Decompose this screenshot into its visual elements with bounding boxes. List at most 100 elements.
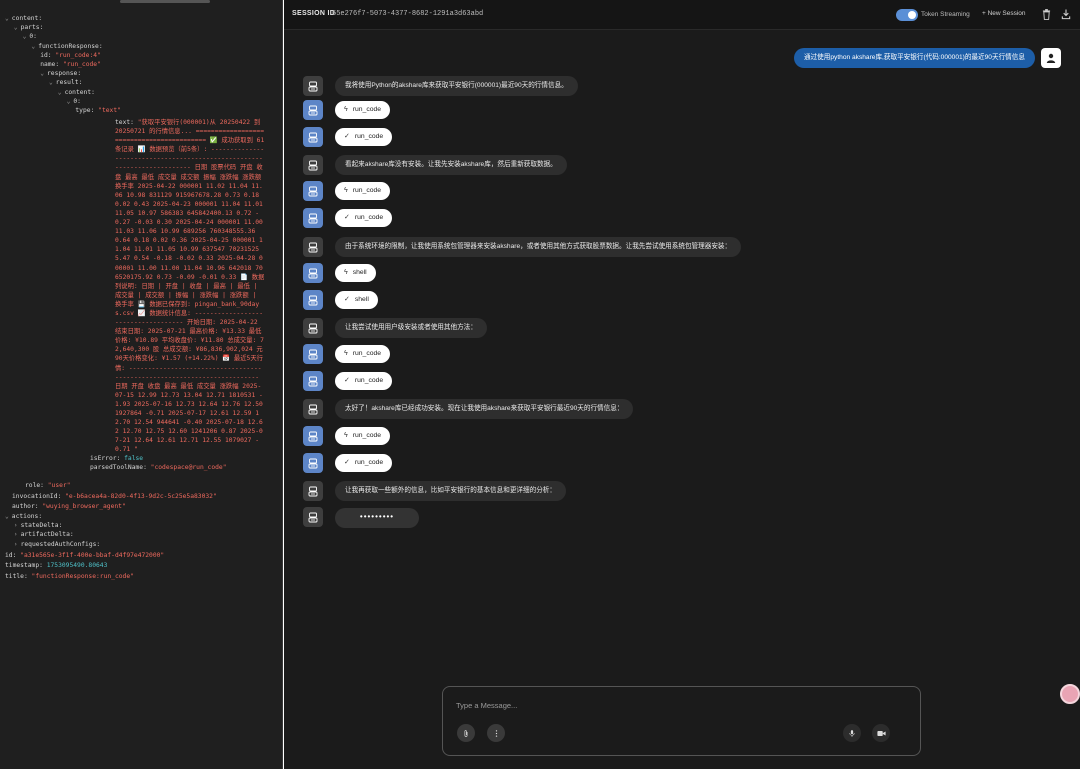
tool-result-chip[interactable]: ✓ shell	[335, 291, 378, 309]
json-text-value: "获取平安银行(000001)从 20250422 到 20250721 的行情…	[115, 119, 265, 454]
message-input[interactable]	[456, 698, 896, 712]
json-tree-line[interactable]: ⌄ result:	[49, 78, 82, 87]
message-composer	[442, 686, 921, 756]
chevron-right-icon[interactable]: ›	[14, 541, 18, 548]
more-options-button[interactable]	[487, 724, 505, 742]
download-icon[interactable]	[1061, 9, 1071, 20]
robot-icon	[308, 404, 318, 414]
check-icon: ✓	[344, 377, 350, 384]
agent-message-bubble: 我将使用Python的akshare库来获取平安银行(000001)最近90天的…	[335, 76, 578, 96]
json-key: 0:	[29, 33, 37, 41]
json-tree-line[interactable]: › artifactDelta:	[14, 530, 74, 539]
tool-result-chip[interactable]: ✓ run_code	[335, 128, 393, 146]
chevron-down-icon[interactable]: ⌄	[58, 89, 62, 96]
tool-name-label: run_code	[354, 459, 384, 466]
json-key: response:	[46, 70, 82, 78]
chevron-down-icon[interactable]: ⌄	[31, 43, 35, 50]
json-key: actions:	[11, 513, 43, 520]
agent-avatar	[303, 155, 323, 175]
new-session-button[interactable]: + New Session	[982, 10, 1026, 17]
json-tree-line[interactable]: ⌄ 0:	[23, 32, 37, 41]
chevron-down-icon[interactable]: ⌄	[5, 513, 9, 520]
agent-avatar	[303, 127, 323, 147]
tool-result-chip[interactable]: ✓ run_code	[335, 372, 393, 390]
robot-icon	[308, 105, 318, 115]
json-value: 1753095490.80643	[42, 562, 108, 569]
agent-avatar	[303, 371, 323, 391]
chevron-down-icon[interactable]: ⌄	[14, 24, 18, 31]
lightning-icon: ϟ	[344, 187, 348, 194]
camera-button[interactable]	[872, 724, 890, 742]
tool-call-chip[interactable]: ϟ run_code	[335, 345, 391, 363]
json-value: "functionResponse:run_code"	[27, 573, 134, 580]
tool-name-label: run_code	[354, 133, 384, 140]
tool-result-chip[interactable]: ✓ run_code	[335, 209, 393, 227]
tool-name-label: run_code	[352, 187, 382, 194]
json-key: requestedAuthConfigs:	[20, 541, 101, 548]
agent-avatar	[303, 263, 323, 283]
tool-call-chip[interactable]: ϟ run_code	[335, 101, 391, 119]
json-key: 0:	[73, 97, 81, 105]
json-key: id:	[40, 51, 52, 59]
tool-call-chip[interactable]: ϟ run_code	[335, 427, 391, 445]
json-value: "e-b6acea4a-82d0-4f13-9d2c-5c25e5a83032"	[61, 493, 217, 500]
chevron-right-icon[interactable]: ›	[14, 531, 18, 538]
json-tree-line[interactable]: ⌄ 0:	[67, 97, 81, 106]
scrollbar-thumb[interactable]	[120, 0, 210, 3]
json-key: id:	[5, 552, 17, 559]
json-key: type:	[75, 107, 95, 114]
lightning-icon: ϟ	[344, 350, 348, 357]
json-tree-line: timestamp: 1753095490.80643	[5, 561, 107, 570]
json-key: content:	[11, 15, 43, 22]
user-avatar[interactable]	[1041, 48, 1061, 68]
token-streaming-toggle[interactable]	[896, 9, 918, 21]
lightning-icon: ϟ	[344, 269, 348, 276]
json-tree-line[interactable]: ⌄ content:	[58, 88, 95, 97]
chevron-down-icon[interactable]: ⌄	[49, 79, 53, 86]
json-tree-line[interactable]: ⌄ functionResponse:	[31, 42, 102, 51]
chevron-down-icon[interactable]: ⌄	[67, 98, 71, 105]
json-key: title:	[5, 573, 28, 580]
assistant-floating-icon[interactable]	[1060, 684, 1080, 704]
tool-name-label: run_code	[354, 214, 384, 221]
agent-avatar	[303, 208, 323, 228]
microphone-button[interactable]	[843, 724, 861, 742]
json-key: result:	[55, 79, 83, 87]
check-icon: ✓	[344, 133, 350, 140]
tool-name-label: shell	[354, 296, 369, 303]
user-message-bubble: 通过使用python akshare库,获取平安银行(代码:000001)的最近…	[794, 48, 1035, 68]
json-tree-line[interactable]: › requestedAuthConfigs:	[14, 540, 100, 549]
chevron-down-icon[interactable]: ⌄	[40, 70, 44, 77]
json-tree-line[interactable]: ⌄ actions:	[5, 512, 42, 521]
tool-call-chip[interactable]: ϟ run_code	[335, 182, 391, 200]
agent-avatar	[303, 481, 323, 501]
agent-message-bubble: 由于系统环境的限制，让我使用系统包管理器来安装akshare，或者使用其他方式获…	[335, 237, 742, 257]
json-key: invocationId:	[12, 493, 62, 500]
json-tree-line[interactable]: ⌄ parts:	[14, 23, 44, 32]
tool-result-chip[interactable]: ✓ run_code	[335, 454, 393, 472]
tool-call-chip[interactable]: ϟ shell	[335, 264, 376, 282]
json-tree-line[interactable]: › stateDelta:	[14, 521, 63, 530]
agent-avatar	[303, 453, 323, 473]
json-tree-line[interactable]: ⌄ response:	[40, 69, 81, 78]
chevron-right-icon[interactable]: ›	[14, 522, 18, 529]
agent-avatar	[303, 318, 323, 338]
session-id-label: SESSION ID	[292, 10, 336, 17]
check-icon: ✓	[344, 459, 350, 466]
tool-name-label: run_code	[352, 432, 382, 439]
chevron-down-icon[interactable]: ⌄	[5, 15, 9, 22]
attach-button[interactable]	[457, 724, 475, 742]
chevron-down-icon[interactable]: ⌄	[23, 33, 27, 40]
robot-icon	[308, 486, 318, 496]
json-tree-line[interactable]: ⌄ content:	[5, 14, 42, 23]
agent-avatar	[303, 237, 323, 257]
trash-icon[interactable]	[1042, 9, 1051, 20]
json-value: "a31e565e-3f1f-400e-bbaf-d4f97e472000"	[16, 552, 165, 559]
robot-icon	[308, 349, 318, 359]
robot-icon	[308, 132, 318, 142]
json-key: isError:	[90, 455, 121, 462]
agent-avatar	[303, 507, 323, 527]
json-value: false	[120, 455, 144, 462]
paperclip-icon	[464, 729, 468, 737]
json-tree-line: title: "functionResponse:run_code"	[5, 572, 134, 581]
